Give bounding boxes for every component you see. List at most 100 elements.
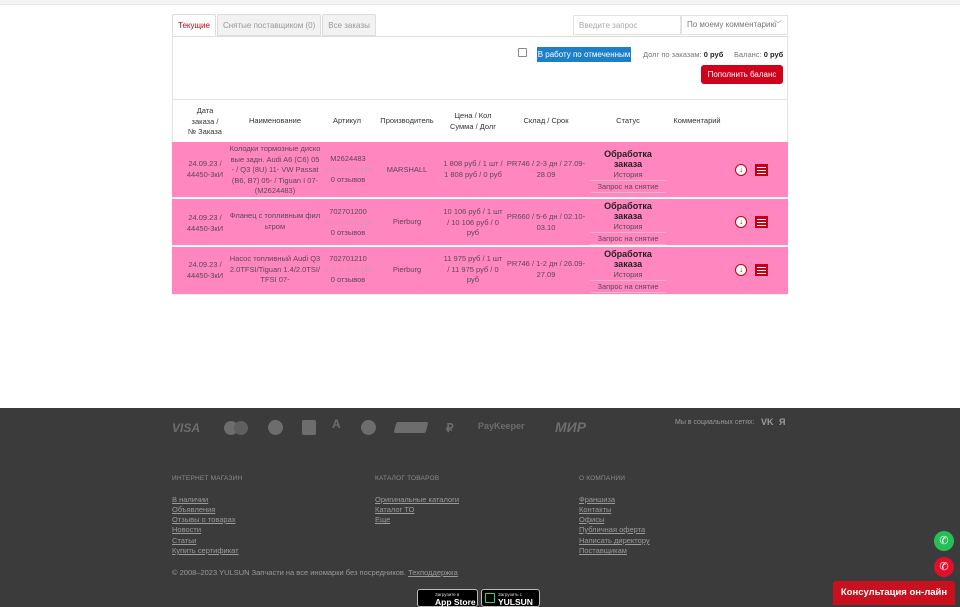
- footer-link[interactable]: Контакты: [579, 505, 611, 514]
- footer-link[interactable]: Новости: [172, 525, 201, 534]
- order-number: 44450-3кИ: [186, 270, 224, 280]
- header-line: заказа /: [191, 116, 219, 126]
- footer-link[interactable]: Еще: [375, 515, 390, 524]
- cancel-request-link[interactable]: Запрос на снятие: [590, 280, 666, 293]
- col-header-status: Статус: [616, 116, 640, 125]
- stock-cell: PR746 / 2-3 дн / 27.09- 28.09: [506, 159, 586, 180]
- order-date: 24.09.23 / 44450-3кИ: [182, 260, 228, 281]
- cancel-request-link[interactable]: Запрос на снятие: [590, 232, 666, 245]
- status-history-link[interactable]: История: [590, 170, 666, 180]
- table-row: 24.09.23 / 44450-3кИ Фланец с топливным …: [172, 199, 788, 246]
- name-line: - / Q3 (8U) 11- VW Passat: [231, 165, 319, 174]
- stock-line: PR746 / 1-2 дн / 26.09-: [506, 259, 586, 268]
- select-all-checkbox[interactable]: [518, 48, 527, 57]
- filter-selected-label: По моему комментарию: [687, 20, 777, 29]
- visa-logo: VISA: [172, 421, 201, 435]
- footer-link[interactable]: Франшиза: [579, 495, 615, 504]
- search-input[interactable]: [573, 15, 681, 35]
- article-number[interactable]: 702701210: [322, 254, 374, 265]
- copyright: © 2008–2023 YULSUN Запчасти на все инома…: [172, 568, 458, 577]
- reviews-link[interactable]: 0 отзывов: [322, 175, 374, 186]
- rating-stars[interactable]: ☆☆☆☆☆(0): [322, 218, 374, 229]
- footer-link[interactable]: Объявления: [172, 505, 215, 514]
- article-number[interactable]: M2624483: [322, 154, 374, 165]
- article-number[interactable]: 702701200: [322, 207, 374, 218]
- status-line: заказа: [613, 211, 643, 221]
- tab-removed[interactable]: Снятые поставщиком (0): [216, 14, 322, 36]
- footer-link[interactable]: Оригинальные каталоги: [375, 495, 459, 504]
- stock-line: PR746 / 2-3 дн / 27.09-: [506, 159, 586, 168]
- order-tabs: Текущие Снятые поставщиком (0) Все заказ…: [172, 14, 377, 36]
- vk-icon[interactable]: VK: [761, 417, 774, 427]
- tab-current[interactable]: Текущие: [172, 14, 216, 36]
- debt-value: 0 руб: [703, 50, 724, 59]
- price-cell: 11 975 руб / 1 шт / 11 975 руб / 0 руб: [440, 254, 506, 286]
- footer-link[interactable]: Купить сертификат: [172, 546, 239, 555]
- status-line: Обработка: [604, 201, 652, 211]
- footer-link[interactable]: Каталог ТО: [375, 505, 414, 514]
- price-line: руб: [466, 228, 480, 237]
- footer-link[interactable]: Поставщикам: [579, 546, 627, 555]
- list-icon[interactable]: [755, 164, 768, 176]
- cancel-request-link[interactable]: Запрос на снятие: [590, 180, 666, 193]
- rating-stars[interactable]: ☆☆☆☆☆(0): [322, 265, 374, 276]
- alfa-bank-icon: A: [332, 417, 341, 431]
- name-line: TFSI 07-: [260, 275, 290, 284]
- topup-balance-button[interactable]: Пополнить баланс: [701, 65, 783, 84]
- product-name: Насос топливный Audi Q3 2.0TFSI/Tiguan 1…: [228, 254, 322, 286]
- tab-all[interactable]: Все заказы: [322, 14, 376, 36]
- date-line: 24.09.23 /: [188, 159, 222, 168]
- download-icon[interactable]: ↓: [735, 216, 747, 228]
- stock-line: 27.09: [536, 269, 556, 279]
- footer-link[interactable]: Публичная оферта: [579, 525, 645, 534]
- comment-filter-select[interactable]: По моему комментарию ﹀: [681, 15, 788, 35]
- header-line: № Заказа: [188, 127, 222, 136]
- name-line: Колодки тормозные диско: [229, 144, 321, 153]
- footer-link[interactable]: Написать директору: [579, 536, 650, 545]
- support-link[interactable]: Техподдержка: [408, 568, 458, 577]
- footer-link[interactable]: Офисы: [579, 515, 604, 524]
- footer-col-title-catalog: КАТАЛОГ ТОВАРОВ: [375, 475, 440, 482]
- rating-stars[interactable]: ☆☆☆☆☆(0): [322, 165, 374, 176]
- status-history-link[interactable]: История: [590, 222, 666, 232]
- date-line: 24.09.23 /: [188, 213, 222, 222]
- header-line: Дата: [196, 106, 214, 115]
- yulsun-app-badge[interactable]: Загрузить с YULSUN: [481, 589, 540, 607]
- bulk-process-button[interactable]: В работу по отмеченным: [537, 47, 631, 62]
- footer-col-title-shop: ИНТЕРНЕТ МАГАЗИН: [172, 475, 243, 482]
- app-store-badge[interactable]: Загрузите в App Store: [417, 589, 478, 607]
- order-date: 24.09.23 / 44450-3кИ: [182, 213, 228, 234]
- list-icon[interactable]: [755, 216, 768, 228]
- footer-link[interactable]: В наличии: [172, 495, 208, 504]
- article-cell: M2624483 ☆☆☆☆☆(0) 0 отзывов: [322, 154, 374, 186]
- status-history-link[interactable]: История: [590, 270, 666, 280]
- order-date: 24.09.23 / 44450-3кИ: [182, 159, 228, 180]
- phone-icon[interactable]: ✆: [934, 557, 954, 577]
- col-header-price: Цена / Кол Сумма / Долг: [440, 111, 506, 132]
- product-name: Колодки тормозные диско вые задн. Audi A…: [228, 144, 322, 197]
- reviews-link[interactable]: 0 отзывов: [322, 275, 374, 286]
- order-number: 44450-3кИ: [186, 223, 224, 233]
- balance-value: 0 руб: [763, 50, 784, 59]
- reviews-link[interactable]: 0 отзывов: [322, 228, 374, 239]
- download-icon[interactable]: ↓: [735, 164, 747, 176]
- price-line: 1 808 руб / 1 шт /: [443, 159, 503, 168]
- name-line: Фланец с топливным фил: [229, 211, 321, 220]
- table-header: Дата заказа / № Заказа Наименование Арти…: [172, 99, 788, 142]
- maker: Pierburg: [392, 265, 422, 274]
- top-bar: [0, 0, 960, 5]
- payment-sphere-icon: [361, 420, 376, 435]
- order-number: 44450-3кИ: [186, 169, 224, 179]
- whatsapp-icon[interactable]: ✆: [934, 531, 954, 551]
- list-icon[interactable]: [755, 264, 768, 276]
- store-big-text: App Store: [435, 597, 476, 607]
- header-line: Сумма / Долг: [449, 121, 497, 131]
- yulsun-app-icon: [485, 593, 495, 603]
- name-line: Насос топливный Audi Q3: [229, 254, 321, 263]
- online-consultation-button[interactable]: Консультация он-лайн: [833, 581, 955, 605]
- col-header-stock: Склад / Срок: [523, 116, 569, 125]
- yandex-icon[interactable]: Я: [779, 417, 785, 427]
- footer-link[interactable]: Отзывы о товарах: [172, 515, 236, 524]
- footer-link[interactable]: Статьи: [172, 536, 196, 545]
- download-icon[interactable]: ↓: [735, 264, 747, 276]
